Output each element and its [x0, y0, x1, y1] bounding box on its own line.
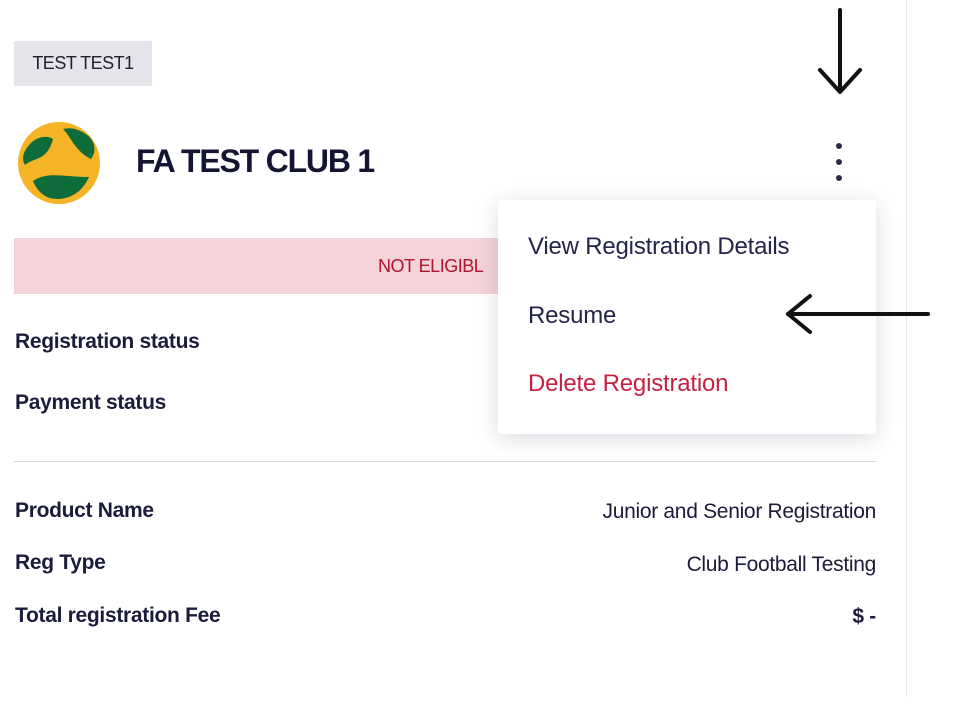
more-options-button[interactable] — [824, 140, 854, 184]
registration-status-label: Registration status — [15, 330, 200, 353]
arrow-left-icon — [786, 294, 930, 334]
delete-registration-menu-item[interactable]: Delete Registration — [528, 370, 729, 398]
section-divider — [14, 461, 876, 462]
eligibility-status-text: NOT ELIGIBL — [378, 256, 484, 276]
participant-tag-label: TEST TEST1 — [32, 53, 134, 73]
reg-type-label: Reg Type — [15, 551, 106, 574]
participant-tag: TEST TEST1 — [14, 41, 152, 86]
arrow-down-icon — [818, 8, 862, 94]
page-divider-vertical — [906, 0, 907, 697]
kebab-dot-icon — [836, 175, 842, 181]
product-name-value: Junior and Senior Registration — [602, 500, 877, 523]
club-name: FA TEST CLUB 1 — [136, 143, 375, 179]
view-registration-details-menu-item[interactable]: View Registration Details — [528, 233, 790, 261]
kebab-dot-icon — [836, 143, 842, 149]
total-fee-value: $ - — [852, 605, 876, 628]
resume-menu-item[interactable]: Resume — [528, 302, 616, 330]
reg-type-value: Club Football Testing — [686, 553, 877, 576]
payment-status-label: Payment status — [15, 391, 167, 414]
kebab-dot-icon — [836, 159, 842, 165]
total-fee-label: Total registration Fee — [15, 604, 221, 627]
product-name-label: Product Name — [15, 499, 154, 522]
club-logo-icon — [18, 122, 100, 204]
